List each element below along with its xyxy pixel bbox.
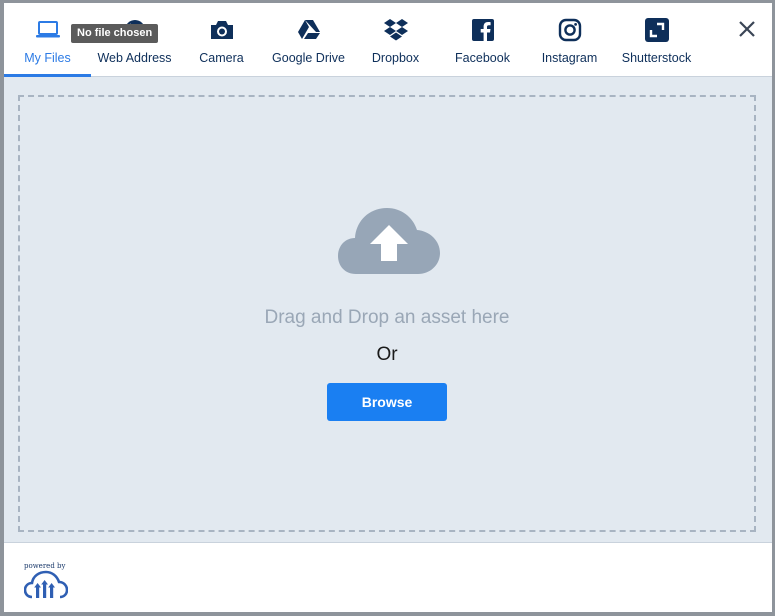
source-tabs: My Files Web Address Camera Google Drive…	[4, 3, 772, 77]
tab-label: Google Drive	[272, 51, 345, 65]
upload-area: Drag and Drop an asset here Or Browse	[4, 77, 772, 543]
file-input-tooltip: No file chosen	[71, 24, 159, 43]
tab-camera[interactable]: Camera	[178, 3, 265, 76]
tab-facebook[interactable]: Facebook	[439, 3, 526, 76]
drop-zone[interactable]: Drag and Drop an asset here Or Browse	[18, 95, 756, 532]
browse-button[interactable]: Browse	[327, 383, 447, 421]
tab-google-drive[interactable]: Google Drive	[265, 3, 352, 76]
facebook-icon	[469, 16, 497, 44]
powered-by-text: powered by	[24, 562, 66, 570]
google-drive-icon	[295, 16, 323, 44]
footer: powered by	[4, 543, 772, 612]
tab-instagram[interactable]: Instagram	[526, 3, 613, 76]
dropbox-icon	[382, 16, 410, 44]
shutterstock-icon	[643, 16, 671, 44]
instagram-icon	[556, 16, 584, 44]
tab-label: Camera	[199, 51, 244, 65]
close-button[interactable]	[734, 16, 760, 42]
camera-icon	[208, 16, 236, 44]
tab-label: Shutterstock	[621, 51, 692, 65]
tab-label: Web Address	[97, 51, 172, 65]
tab-dropbox[interactable]: Dropbox	[352, 3, 439, 76]
upload-widget-modal: My Files Web Address Camera Google Drive…	[4, 3, 772, 612]
close-icon	[739, 21, 755, 37]
tab-label: Dropbox	[371, 51, 420, 65]
or-text: Or	[376, 344, 398, 365]
tab-label: Facebook	[455, 51, 510, 65]
tab-label: My Files	[24, 51, 71, 65]
drag-drop-text: Drag and Drop an asset here	[264, 307, 510, 328]
cloud-upload-icon	[338, 208, 440, 274]
laptop-icon	[34, 16, 62, 44]
tab-label: Instagram	[541, 51, 598, 65]
tab-shutterstock[interactable]: Shutterstock	[613, 3, 700, 76]
cloudinary-logo-icon[interactable]	[24, 570, 68, 600]
